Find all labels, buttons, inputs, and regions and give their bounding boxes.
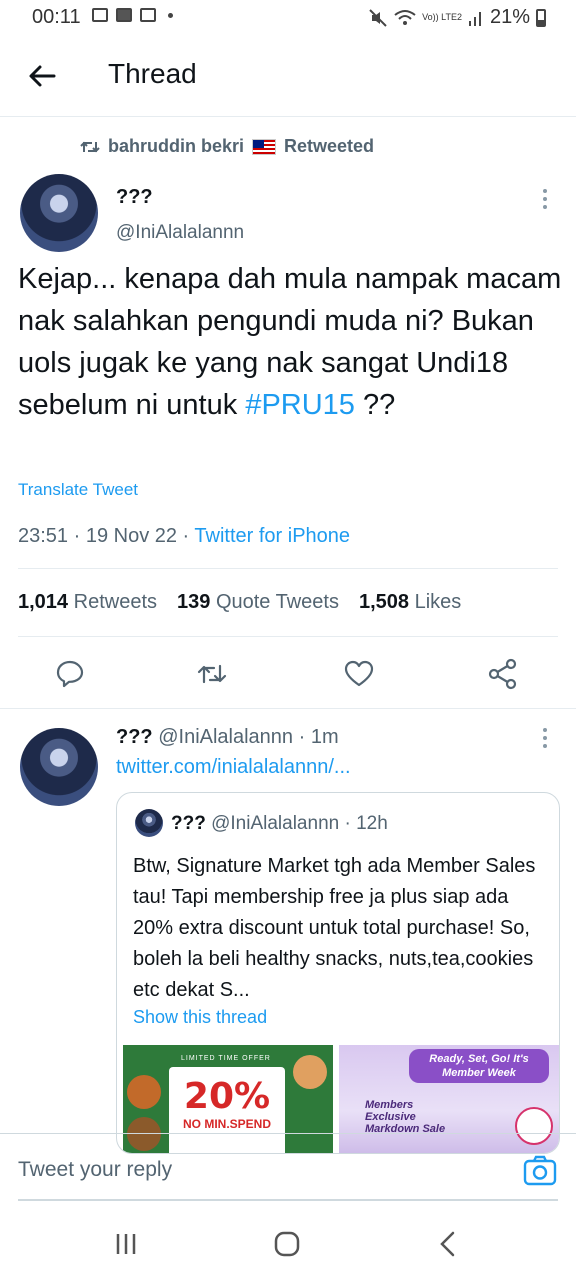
- share-icon[interactable]: [487, 658, 519, 690]
- snack-pack-icon: [293, 1055, 327, 1089]
- lte-indicator: Vo)) LTE2: [422, 12, 462, 22]
- quoted-tweet-header: ??? @IniAlalalannn · 12h: [171, 813, 388, 835]
- media-notification-icon: [140, 8, 156, 22]
- retweets-count: 1,014: [18, 591, 69, 613]
- tweet-meta: 23:51 · 19 Nov 22 · Twitter for iPhone: [18, 525, 350, 548]
- home-icon[interactable]: [267, 1224, 307, 1264]
- more-options-icon[interactable]: [543, 189, 549, 209]
- tweet-client-link[interactable]: Twitter for iPhone: [194, 525, 350, 547]
- quoted-author-avatar: [135, 809, 163, 837]
- system-icons: Vo)) LTE2 21%: [368, 6, 546, 29]
- divider: [18, 636, 558, 637]
- retweeted-label: Retweeted: [284, 136, 375, 156]
- retweet-action-icon[interactable]: [196, 658, 228, 690]
- app-notification-icon: [116, 8, 132, 22]
- tweet-timestamp: 23:51 · 19 Nov 22 ·: [18, 525, 190, 547]
- system-navigation-bar: [0, 1202, 576, 1280]
- malaysia-flag-icon: [252, 138, 277, 155]
- hashtag-link[interactable]: #PRU15: [245, 389, 355, 421]
- member-week-banner: Ready, Set, Go! It's Member Week: [409, 1049, 549, 1083]
- retweet-icon: [80, 141, 100, 152]
- tweet-actions: [0, 650, 576, 698]
- reply-handle-time[interactable]: @IniAlalalannn · 1m: [158, 726, 338, 748]
- mute-icon: [369, 8, 387, 27]
- divider: [0, 708, 576, 709]
- recent-apps-icon[interactable]: [106, 1224, 146, 1264]
- more-notifications-icon: [168, 12, 173, 18]
- back-arrow-icon[interactable]: [26, 58, 58, 94]
- divider: [0, 1133, 576, 1134]
- tweet-stats: 1,014 Retweets 139 Quote Tweets 1,508 Li…: [18, 591, 461, 614]
- reply-author-avatar[interactable]: [20, 728, 98, 806]
- camera-icon[interactable]: [522, 1154, 558, 1188]
- reply-author-name[interactable]: ???: [116, 726, 153, 748]
- quote-tweets-stat[interactable]: 139 Quote Tweets: [177, 591, 339, 614]
- wifi-icon: [394, 9, 416, 25]
- quoted-author-name: ???: [171, 813, 206, 834]
- page-title: Thread: [108, 58, 197, 89]
- author-handle[interactable]: @IniAlalalannn: [116, 222, 244, 244]
- discount-percent: 20%: [183, 1076, 271, 1117]
- signal-icon: [468, 11, 481, 26]
- show-thread-link[interactable]: Show this thread: [133, 1007, 267, 1028]
- divider: [18, 1199, 558, 1201]
- reply-meta: ??? @IniAlalalannn · 1m: [116, 726, 339, 749]
- quotes-label: Quote Tweets: [215, 591, 339, 613]
- back-nav-icon[interactable]: [428, 1224, 468, 1264]
- retweeted-indicator: bahruddin bekri Retweeted: [80, 136, 374, 157]
- reply-icon[interactable]: [54, 658, 86, 690]
- quotes-count: 139: [177, 591, 211, 613]
- retweeter-name[interactable]: bahruddin bekri: [108, 136, 244, 157]
- min-spend-label: NO MIN.SPEND: [182, 1117, 271, 1131]
- quoted-handle-time: @IniAlalalannn · 12h: [211, 813, 388, 834]
- tweet-text: Kejap... kenapa dah mula nampak macam na…: [18, 258, 563, 426]
- quoted-image-member-week[interactable]: Ready, Set, Go! It's Member Week Members…: [339, 1045, 559, 1153]
- battery-percent: 21%: [489, 6, 530, 28]
- tweet-tail: ??: [363, 389, 396, 421]
- gallery-notification-icon: [92, 8, 108, 22]
- likes-count: 1,508: [358, 591, 410, 613]
- snack-bowl-icon: [127, 1075, 161, 1109]
- author-avatar[interactable]: [20, 174, 98, 252]
- reply-link[interactable]: twitter.com/inialalalannn/...: [116, 756, 351, 779]
- like-icon[interactable]: [343, 658, 375, 690]
- thread-header: Thread: [0, 40, 576, 117]
- markdown-sale-label: Members Exclusive Markdown Sale: [365, 1099, 446, 1135]
- translate-tweet-link[interactable]: Translate Tweet: [18, 480, 138, 500]
- retweets-label: Retweets: [73, 591, 157, 613]
- likes-label: Likes: [414, 591, 462, 613]
- divider: [18, 568, 558, 569]
- likes-stat[interactable]: 1,508 Likes: [359, 591, 461, 614]
- discount-badge-icon: [515, 1107, 553, 1145]
- battery-icon: [536, 8, 546, 27]
- notification-icons: [92, 8, 173, 22]
- status-bar: 00:11 Vo)) LTE2 21%: [0, 0, 576, 36]
- quoted-tweet[interactable]: ??? @IniAlalalannn · 12h Btw, Signature …: [116, 792, 560, 1154]
- quoted-image-discount[interactable]: LIMITED TIME OFFER 20% NO MIN.SPEND: [123, 1045, 333, 1153]
- quoted-tweet-text: Btw, Signature Market tgh ada Member Sal…: [133, 855, 536, 1001]
- reply-more-options-icon[interactable]: [543, 728, 549, 748]
- reply-input[interactable]: Tweet your reply: [18, 1158, 172, 1182]
- snack-bowl-icon: [127, 1117, 161, 1151]
- offer-header: LIMITED TIME OFFER: [181, 1055, 271, 1062]
- retweets-stat[interactable]: 1,014 Retweets: [18, 591, 157, 614]
- discount-card: 20% NO MIN.SPEND: [169, 1067, 285, 1153]
- status-time: 00:11: [32, 6, 81, 28]
- author-name[interactable]: ???: [116, 186, 153, 209]
